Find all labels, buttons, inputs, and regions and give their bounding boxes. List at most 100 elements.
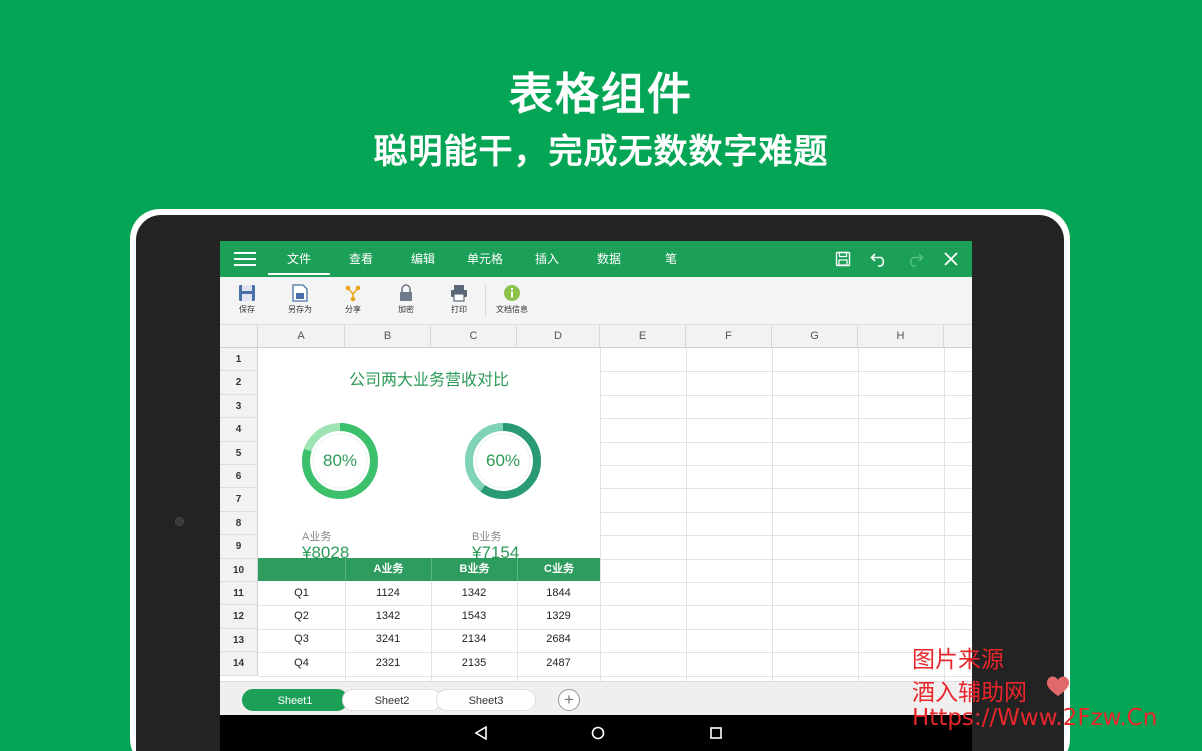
table-cell[interactable]: 1124 [345,582,431,605]
grid-row-line [600,418,972,420]
hamburger-menu-icon[interactable] [234,252,256,266]
ribbon-save-as-label: 另存为 [288,305,312,314]
select-all-corner[interactable] [220,325,258,348]
row-header[interactable]: 2 [220,371,258,395]
ribbon-print-button[interactable]: 打印 [434,282,484,315]
save-icon[interactable] [834,250,852,268]
table-cell[interactable]: Q2 [258,605,345,628]
top-actions [834,241,960,277]
tab-cell[interactable]: 单元格 [454,241,516,277]
donut-b-percent: 60% [485,451,521,470]
ribbon-save-as-button[interactable]: 另存为 [275,282,325,315]
grid-row-line [600,371,972,373]
sheet-tab-3[interactable]: Sheet3 [436,689,536,711]
table-cell[interactable]: Q3 [258,628,345,651]
spreadsheet-grid: A B C D E F G H 1 2 3 4 5 6 7 8 9 10 11 12 13 14 公司两大… [220,325,972,681]
ribbon-doc-info-label: 文档信息 [496,305,528,314]
table-cell[interactable]: Q1 [258,582,345,605]
lock-icon [381,282,431,304]
add-sheet-button[interactable]: + [558,689,580,711]
table-cell[interactable]: 1844 [517,582,600,605]
home-icon[interactable] [589,724,607,742]
back-icon[interactable] [472,724,490,742]
row-header[interactable]: 6 [220,465,258,489]
column-header-b[interactable]: B [345,325,431,348]
table-cell[interactable]: 1329 [517,605,600,628]
table-header-cell[interactable]: C业务 [517,558,600,581]
table-cell[interactable]: 1342 [431,582,517,605]
share-icon [328,282,378,304]
chart-title: 公司两大业务营收对比 [348,372,509,389]
row-header[interactable]: 13 [220,628,258,653]
tab-view[interactable]: 查看 [330,241,392,277]
ribbon-save-button[interactable]: 保存 [222,282,272,315]
table-cell[interactable]: 1543 [431,605,517,628]
row-header[interactable]: 8 [220,511,258,536]
heart-icon [1044,674,1072,703]
top-toolbar: 文件 查看 编辑 单元格 插入 数据 笔 [220,241,972,277]
table-cell[interactable]: 2684 [517,628,600,651]
table-cell[interactable]: 2321 [345,652,431,675]
column-header-a[interactable]: A [258,325,345,348]
watermark-line-3: Https://Www.2Fzw.Cn [912,705,1158,731]
column-header-c[interactable]: C [431,325,517,348]
save-icon [222,282,272,304]
menu-tabs: 文件 查看 编辑 单元格 插入 数据 笔 [268,241,702,277]
row-header[interactable]: 12 [220,605,258,629]
donut-a-label: A业务 [302,531,332,543]
promo-subtitle: 聪明能干，完成无数数字难题 [373,133,829,171]
row-header[interactable]: 3 [220,394,258,419]
sheet-tab-1[interactable]: Sheet1 [242,689,348,711]
column-header-d[interactable]: D [517,325,600,348]
ribbon-encrypt-button[interactable]: 加密 [381,282,431,315]
grid-column-line [686,348,687,681]
row-header[interactable]: 1 [220,348,258,372]
donut-chart-a: 80% [300,421,380,501]
column-header-h[interactable]: H [858,325,944,348]
table-header-cell[interactable] [258,558,345,581]
close-icon[interactable] [942,250,960,268]
recents-icon[interactable] [707,724,725,742]
tab-data[interactable]: 数据 [578,241,640,277]
column-header-e[interactable]: E [600,325,686,348]
tab-edit[interactable]: 编辑 [392,241,454,277]
row-header[interactable]: 11 [220,582,258,606]
ribbon-share-button[interactable]: 分享 [328,282,378,315]
table-header-row: A业务 B业务 C业务 [258,558,600,581]
donut-b-label: B业务 [472,531,502,543]
tab-insert[interactable]: 插入 [516,241,578,277]
save-as-icon [275,282,325,304]
table-cell[interactable]: 3241 [345,628,431,651]
table-header-cell[interactable]: B业务 [431,558,517,581]
row-header[interactable]: 14 [220,652,258,676]
column-header-f[interactable]: F [686,325,772,348]
ribbon-doc-info-button[interactable]: 文档信息 [487,282,537,315]
table-cell[interactable]: 2135 [431,652,517,675]
row-header[interactable]: 9 [220,535,258,559]
row-header[interactable]: 4 [220,418,258,442]
grid-column-line [858,348,859,681]
donut-a-percent: 80% [322,451,358,470]
app-screen: 文件 查看 编辑 单元格 插入 数据 笔 保存 另存为 分享 加密 打印 文档信… [220,241,972,751]
table-cell[interactable]: 2134 [431,628,517,651]
table-header-cell[interactable]: A业务 [345,558,431,581]
column-header-g[interactable]: G [772,325,858,348]
info-icon [487,282,537,304]
row-header[interactable]: 7 [220,488,258,512]
table-cell[interactable]: Q4 [258,652,345,675]
table-cell[interactable]: 1342 [345,605,431,628]
promo-title: 表格组件 [509,70,693,119]
grid-row-line [600,582,972,583]
redo-icon[interactable] [906,250,924,268]
sheet-tab-2[interactable]: Sheet2 [342,689,442,711]
row-header[interactable]: 10 [220,558,258,582]
grid-row-line [600,441,972,443]
row-header[interactable]: 5 [220,441,258,465]
table-row-line [258,675,600,677]
tab-pen[interactable]: 笔 [640,241,702,277]
undo-icon[interactable] [870,250,888,268]
grid-column-line [944,348,945,681]
table-cell[interactable]: 2487 [517,652,600,675]
camera-icon [175,517,184,526]
tab-file[interactable]: 文件 [268,241,330,277]
